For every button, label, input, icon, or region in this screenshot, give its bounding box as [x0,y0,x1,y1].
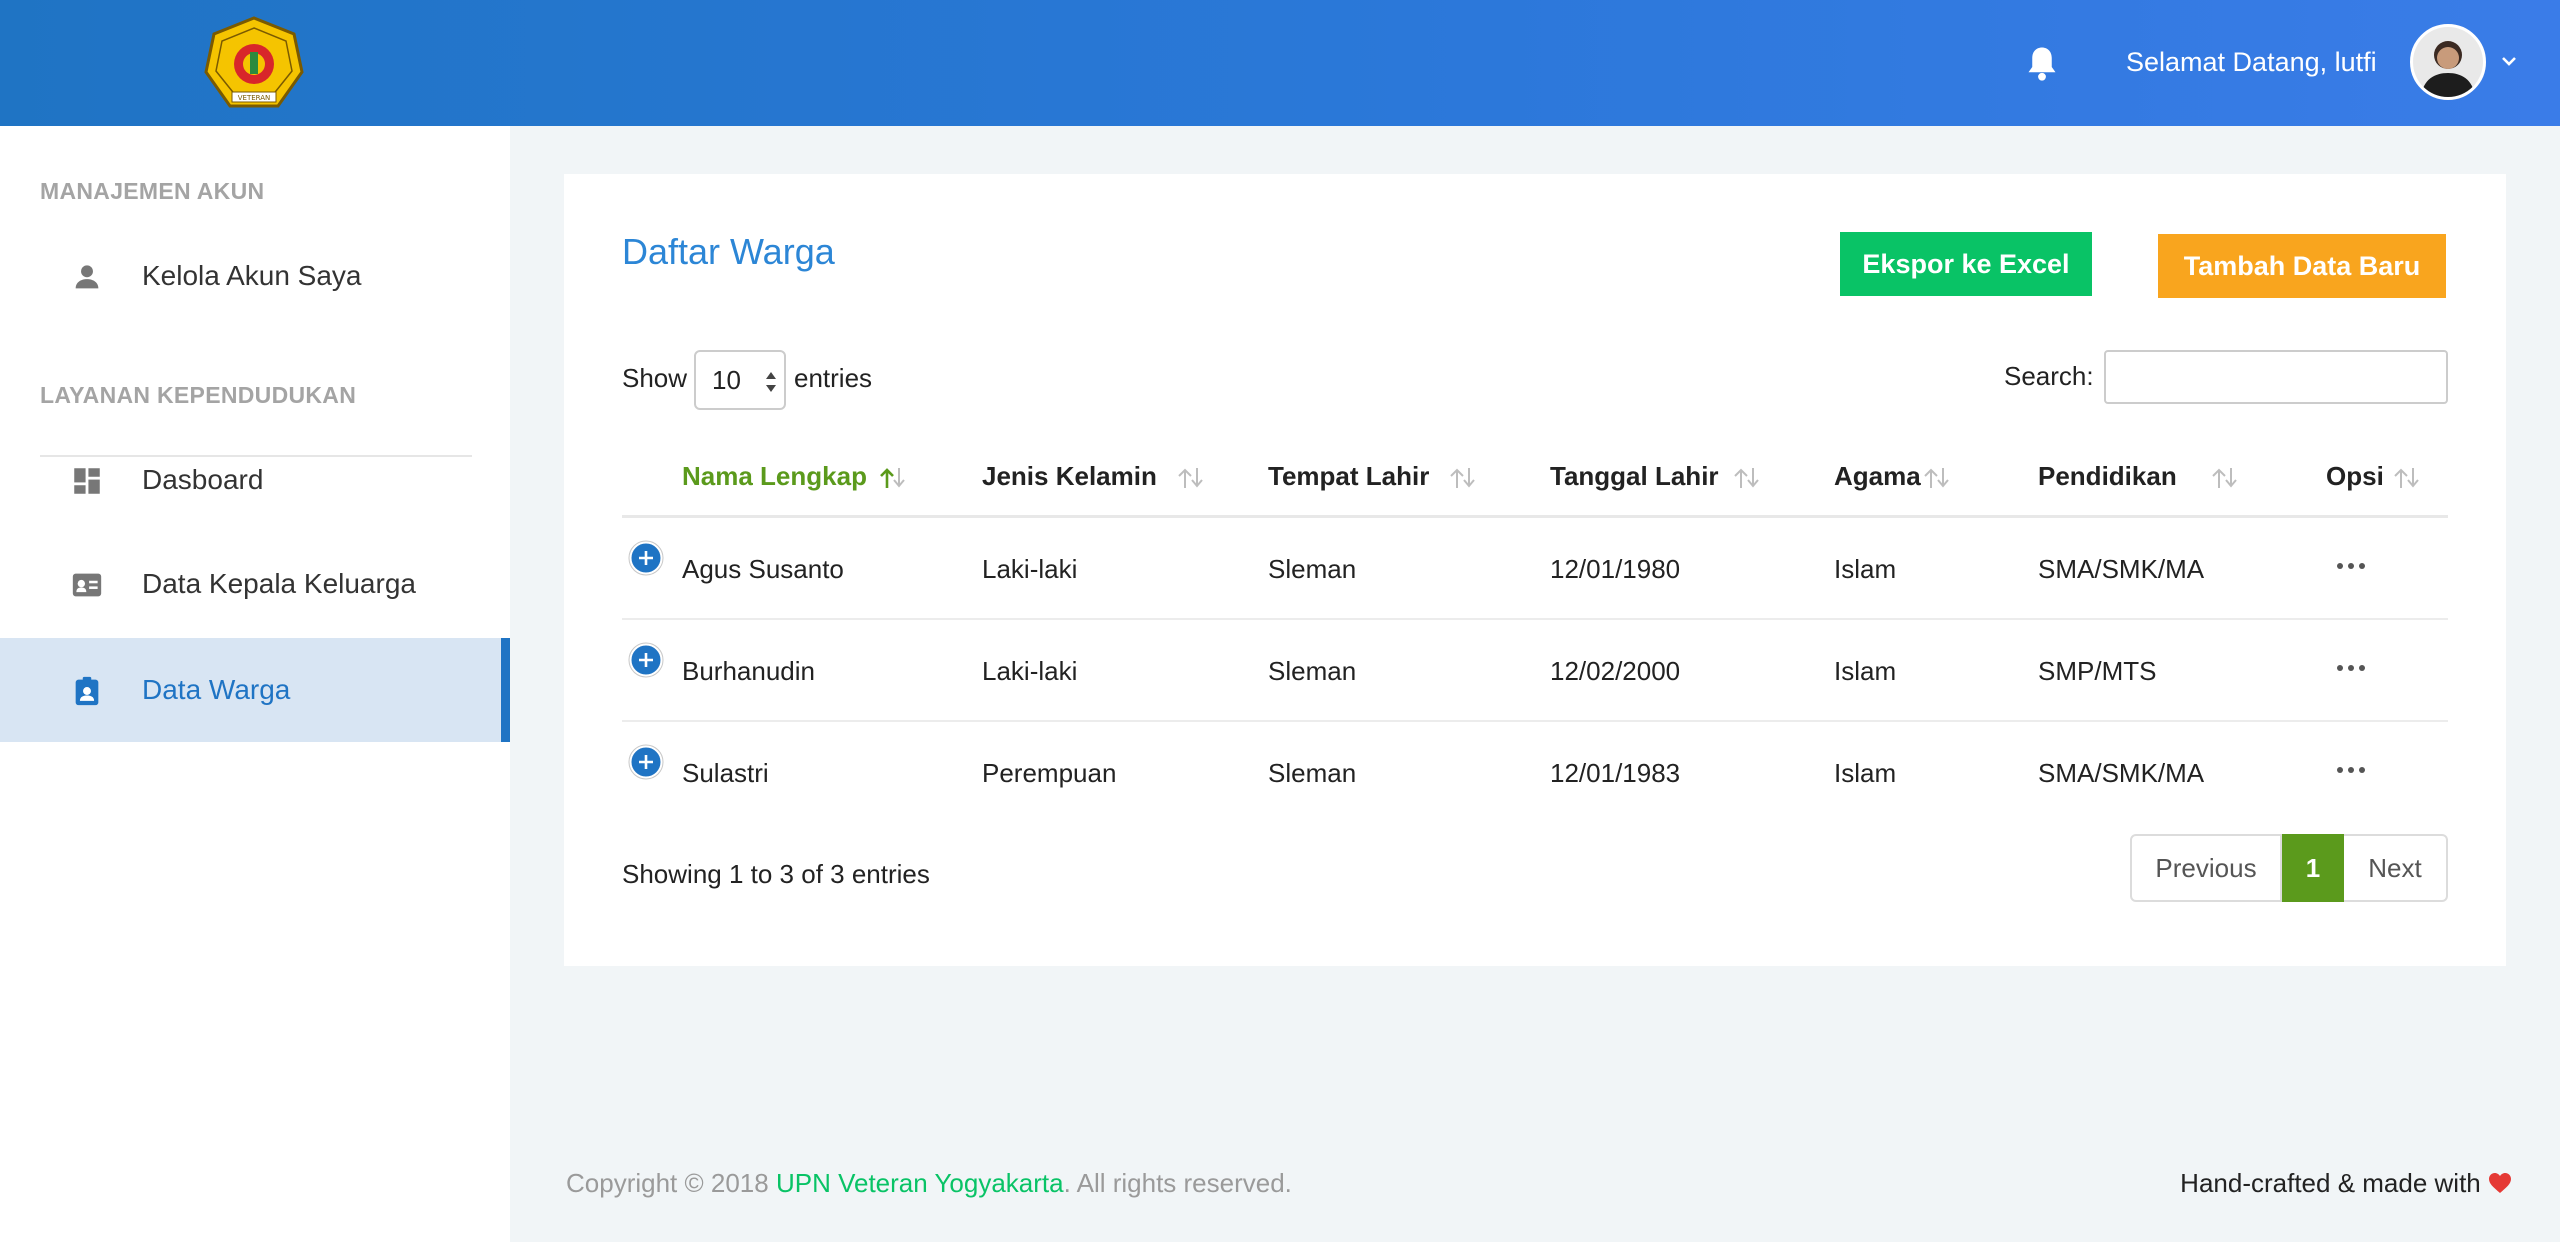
add-new-data-button[interactable]: Tambah Data Baru [2158,234,2446,298]
dashboard-icon [70,464,104,498]
copyright-text: Copyright © 2018 UPN Veteran Yogyakarta.… [566,1166,1292,1200]
heart-icon [2488,1168,2512,1193]
table-row: Burhanudin Laki-laki Sleman 12/02/2000 I… [622,620,2448,722]
cell-tempat-lahir: Sleman [1268,554,1357,584]
id-card-icon [70,568,104,602]
top-navbar: VETERAN Selamat Datang, lutfi [0,0,2560,126]
sidebar-item-label: Kelola Akun Saya [142,260,362,291]
entries-per-page-select[interactable]: 10 [694,350,786,410]
expand-row-icon[interactable] [628,540,664,576]
search-label: Search: [2004,361,2094,391]
welcome-text: Selamat Datang, lutfi [2126,47,2377,77]
cell-agama: Islam [1834,554,1897,584]
sort-icon[interactable] [1732,466,1762,490]
sort-icon[interactable] [2392,466,2422,490]
cell-nama: Sulastri [682,758,769,788]
sidebar-item-data-kepala-keluarga[interactable]: Data Kepala Keluarga [0,532,510,636]
cell-agama: Islam [1834,758,1897,788]
pagination: Previous 1 Next [2130,834,2448,902]
column-header-jenis-kelamin[interactable]: Jenis Kelamin [982,434,1157,518]
expand-row-icon[interactable] [628,642,664,678]
more-options-icon[interactable] [2336,762,2366,773]
table-header: Nama Lengkap Jenis Kelamin Tempat Lahir … [622,434,2448,518]
more-options-icon[interactable] [2336,660,2366,671]
cell-tempat-lahir: Sleman [1268,656,1357,686]
crafted-text: Hand-crafted & made with [2180,1166,2512,1200]
sort-icon[interactable] [1176,466,1206,490]
cell-tanggal-lahir: 12/01/1983 [1550,758,1681,788]
cell-agama: Islam [1834,656,1897,686]
sort-ascending-icon[interactable] [878,466,908,490]
cell-pendidikan: SMP/MTS [2038,656,2157,686]
select-arrows-icon [764,370,778,394]
cell-jenis-kelamin: Perempuan [982,758,1117,788]
cell-jenis-kelamin: Laki-laki [982,656,1078,686]
table-row: Sulastri Perempuan Sleman 12/01/1983 Isl… [622,722,2448,824]
table-row: Agus Susanto Laki-laki Sleman 12/01/1980… [622,518,2448,620]
pagination-page-current[interactable]: 1 [2282,834,2344,902]
sidebar-item-label: Data Warga [142,674,291,705]
entries-per-page-value: 10 [712,365,741,395]
copyright-prefix: Copyright © 2018 [566,1168,776,1198]
column-header-tempat-lahir[interactable]: Tempat Lahir [1268,434,1429,518]
column-header-tanggal-lahir[interactable]: Tanggal Lahir [1550,434,1719,518]
more-options-icon[interactable] [2336,558,2366,569]
cell-tempat-lahir: Sleman [1268,758,1357,788]
sort-icon[interactable] [1448,466,1478,490]
cell-nama: Burhanudin [682,656,815,686]
expand-row-icon[interactable] [628,744,664,780]
column-header-agama[interactable]: Agama [1834,434,1921,518]
sidebar-item-label: Data Kepala Keluarga [142,568,416,599]
sidebar-item-dasboard[interactable]: Dasboard [0,428,510,532]
university-logo[interactable]: VETERAN [204,16,304,112]
sidebar-item-kelola-akun[interactable]: Kelola Akun Saya [0,224,510,328]
sidebar-item-label: Dasboard [142,464,264,495]
search-input[interactable] [2104,350,2448,404]
notification-bell-icon[interactable] [2024,44,2060,84]
sort-icon[interactable] [1922,466,1952,490]
user-avatar[interactable] [2410,24,2486,100]
column-header-nama-lengkap[interactable]: Nama Lengkap [682,434,867,518]
person-icon [70,260,104,294]
pagination-previous[interactable]: Previous [2130,834,2282,902]
table-info: Showing 1 to 3 of 3 entries [622,859,930,889]
clipboard-user-icon [70,674,104,708]
entries-label: entries [794,363,873,393]
show-label: Show [622,363,688,393]
sidebar-section-title: LAYANAN KEPENDUDUKAN [40,382,357,408]
sort-icon[interactable] [2210,466,2240,490]
cell-nama: Agus Susanto [682,554,844,584]
cell-jenis-kelamin: Laki-laki [982,554,1078,584]
copyright-suffix: . All rights reserved. [1063,1168,1292,1198]
crafted-label: Hand-crafted & made with [2180,1168,2481,1198]
sidebar: MANAJEMEN AKUN Kelola Akun Saya LAYANAN … [0,126,510,1242]
footer-brand-link[interactable]: UPN Veteran Yogyakarta [776,1168,1064,1198]
column-header-opsi[interactable]: Opsi [2326,434,2384,518]
data-warga-card: Daftar Warga Ekspor ke Excel Tambah Data… [564,174,2506,966]
svg-text:VETERAN: VETERAN [238,94,271,102]
cell-tanggal-lahir: 12/02/2000 [1550,656,1681,686]
pagination-next[interactable]: Next [2344,834,2448,902]
footer: Copyright © 2018 UPN Veteran Yogyakarta.… [510,1126,2560,1242]
chevron-down-icon[interactable] [2498,50,2520,72]
cell-tanggal-lahir: 12/01/1980 [1550,554,1681,584]
sidebar-item-data-warga[interactable]: Data Warga [0,638,510,742]
sidebar-section-title: MANAJEMEN AKUN [40,178,265,204]
page-title: Daftar Warga [622,231,835,272]
cell-pendidikan: SMA/SMK/MA [2038,554,2205,584]
cell-pendidikan: SMA/SMK/MA [2038,758,2205,788]
export-excel-button[interactable]: Ekspor ke Excel [1840,232,2092,296]
column-header-pendidikan[interactable]: Pendidikan [2038,434,2177,518]
